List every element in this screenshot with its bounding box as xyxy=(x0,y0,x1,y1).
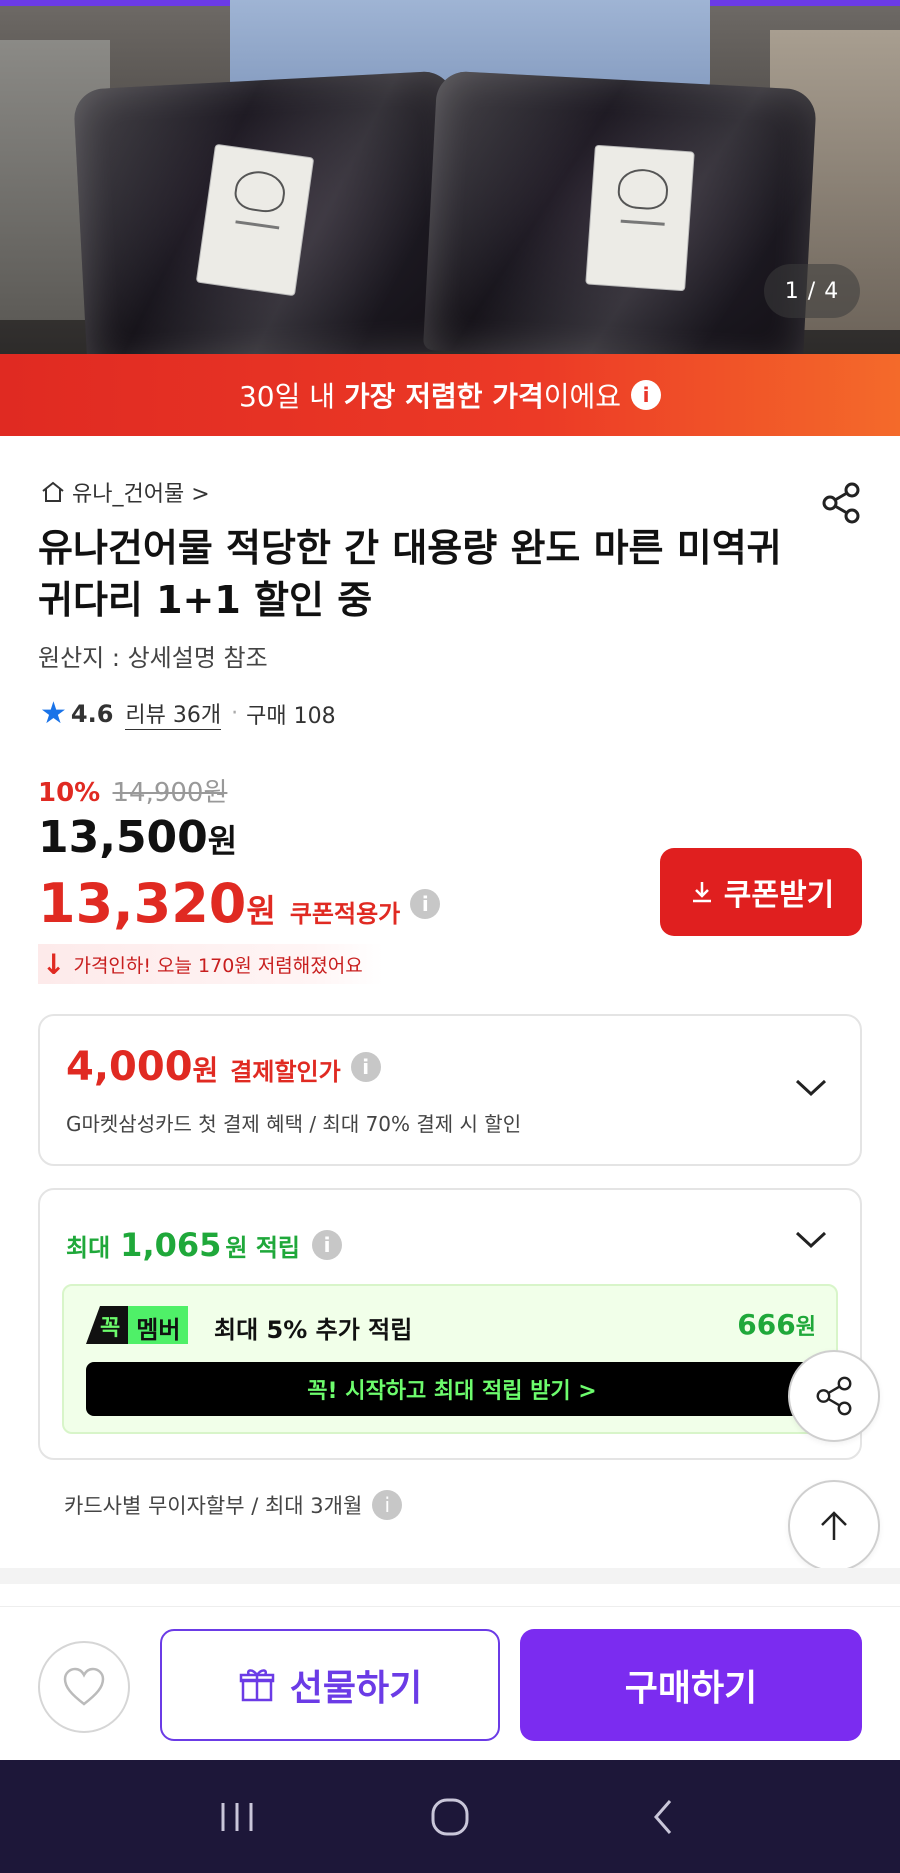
info-icon[interactable]: i xyxy=(312,1230,342,1260)
back-icon[interactable] xyxy=(633,1787,693,1847)
coupon-price-label: 쿠폰적용가 xyxy=(289,900,401,928)
share-icon xyxy=(816,1376,852,1416)
gift-icon xyxy=(239,1669,274,1702)
info-icon[interactable]: i xyxy=(410,888,441,919)
chevron-down-icon[interactable] xyxy=(794,1078,828,1098)
seller-name: 유나_건어물 > xyxy=(72,482,210,507)
product-label-sticker xyxy=(585,144,695,292)
info-icon[interactable]: i xyxy=(372,1490,403,1520)
system-navigation-bar xyxy=(0,1760,900,1873)
image-counter: 1 / 4 xyxy=(764,264,860,318)
product-image-carousel[interactable]: 1 / 4 xyxy=(0,0,900,354)
payment-amount-unit: 원 xyxy=(192,1054,219,1087)
origin-info: 원산지 : 상세설명 참조 xyxy=(38,644,268,672)
coupon-price-number: 13,320 xyxy=(38,872,247,935)
payment-discount-card[interactable]: 4,000 원 결제할인가 i G마켓삼성카드 첫 결제 혜택 / 최대 70% … xyxy=(38,1014,862,1166)
price-down-arrow-icon: ↓ xyxy=(42,947,66,981)
seller-link[interactable]: 유나_건어물 > xyxy=(40,476,210,508)
membership-amount-number: 666 xyxy=(737,1308,796,1341)
sale-price-unit: 원 xyxy=(207,822,238,860)
buy-button[interactable]: 구매하기 xyxy=(520,1629,862,1741)
points-header: 최대 1,065 원 적립 i xyxy=(66,1226,342,1264)
payment-discount-amount: 4,000 원 결제할인가 i xyxy=(66,1044,381,1090)
points-prefix: 최대 xyxy=(66,1234,111,1262)
floating-share-button[interactable] xyxy=(788,1350,880,1442)
membership-badge-m: 멤버 xyxy=(128,1306,189,1344)
star-icon: ★ xyxy=(40,696,67,731)
membership-badge-k: 꼭 xyxy=(86,1306,129,1344)
purchase-count: 구매 108 xyxy=(246,703,336,729)
get-coupon-label: 쿠폰받기 xyxy=(723,878,835,913)
membership-amount-unit: 원 xyxy=(795,1315,816,1340)
price-drop-note: ↓ 가격인하! 오늘 170원 저렴해졌어요 xyxy=(38,944,383,984)
buy-label: 구매하기 xyxy=(624,1668,758,1709)
points-amount: 1,065 xyxy=(120,1226,222,1264)
membership-badge: 꼭 멤버 xyxy=(86,1306,189,1344)
sale-price: 13,500원 xyxy=(38,812,237,863)
promo-suffix: 이에요 xyxy=(543,380,622,413)
coupon-price-unit: 원 xyxy=(246,892,276,930)
arrow-up-icon xyxy=(821,1511,847,1540)
product-title: 유나건어물 적당한 간 대용량 완도 마른 미역귀 귀다리 1+1 할인 중 xyxy=(38,526,782,622)
points-card[interactable]: 최대 1,065 원 적립 i 꼭 멤버 최대 5% 추가 적립 666원 꼭!… xyxy=(38,1188,862,1460)
membership-box: 꼭 멤버 최대 5% 추가 적립 666원 꼭! 시작하고 최대 적립 받기 > xyxy=(62,1284,838,1434)
promo-highlight: 가장 저렴한 가격 xyxy=(343,380,544,413)
original-price: 14,900원 xyxy=(112,778,228,808)
scroll-to-top-button[interactable] xyxy=(788,1480,880,1572)
reviews-link[interactable]: 리뷰 36개 xyxy=(125,697,222,730)
get-coupon-button[interactable]: 쿠폰받기 xyxy=(660,848,862,936)
payment-amount-number: 4,000 xyxy=(66,1044,193,1090)
info-icon[interactable]: i xyxy=(631,380,662,410)
installment-info: 카드사별 무이자할부 / 최대 3개월 i xyxy=(64,1490,403,1520)
gift-button[interactable]: 선물하기 xyxy=(160,1629,500,1741)
home-icon xyxy=(42,481,64,502)
product-label-sticker xyxy=(195,143,315,297)
promo-prefix: 30일 내 xyxy=(238,380,344,413)
section-divider xyxy=(0,1568,900,1584)
wishlist-button[interactable] xyxy=(38,1641,130,1733)
gift-label: 선물하기 xyxy=(289,1668,423,1709)
heart-icon xyxy=(63,1667,105,1706)
home-nav-icon[interactable] xyxy=(420,1787,480,1847)
coupon-price: 13,320 원 쿠폰적용가 i xyxy=(38,872,441,935)
chevron-down-icon[interactable] xyxy=(794,1230,828,1250)
recent-apps-icon[interactable] xyxy=(207,1787,267,1847)
start-membership-button[interactable]: 꼭! 시작하고 최대 적립 받기 > xyxy=(86,1362,818,1416)
points-suffix: 원 적립 xyxy=(225,1234,300,1262)
membership-desc: 최대 5% 추가 적립 xyxy=(214,1316,413,1344)
price-drop-text: 가격인하! 오늘 170원 저렴해졌어요 xyxy=(73,954,363,977)
sale-price-number: 13,500 xyxy=(38,812,208,863)
installment-text: 카드사별 무이자할부 / 최대 3개월 xyxy=(64,1494,363,1518)
info-icon[interactable]: i xyxy=(350,1052,381,1082)
share-icon[interactable] xyxy=(818,480,864,526)
rating-row: ★ 4.6 리뷰 36개 · 구매 108 xyxy=(40,696,336,731)
rating-score: 4.6 xyxy=(70,699,114,728)
download-icon xyxy=(692,882,711,903)
discount-row: 10% 14,900원 xyxy=(38,772,227,809)
lowest-price-banner[interactable]: 30일 내 가장 저렴한 가격 이에요 i xyxy=(0,354,900,436)
membership-amount: 666원 xyxy=(737,1308,816,1341)
discount-percent: 10% xyxy=(38,778,101,808)
payment-discount-sub: G마켓삼성카드 첫 결제 혜택 / 최대 70% 결제 시 할인 xyxy=(66,1112,522,1136)
payment-discount-label: 결제할인가 xyxy=(230,1058,341,1086)
separator-dot: · xyxy=(231,701,239,726)
bottom-action-bar: 선물하기 구매하기 xyxy=(0,1606,900,1760)
